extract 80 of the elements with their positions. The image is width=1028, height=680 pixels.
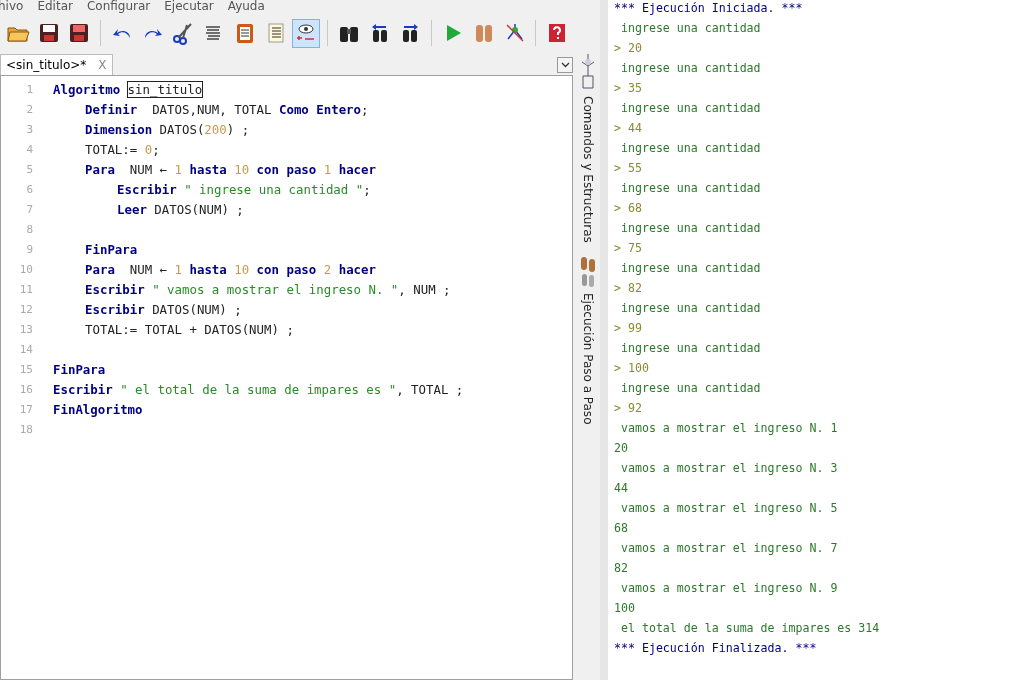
code-line: Leer DATOS(NUM) ; <box>117 201 244 217</box>
line-number: 3 <box>25 122 34 136</box>
close-button[interactable]: X <box>98 58 107 72</box>
code-line: Escribir " el total de la suma de impares es ", TOTAL ; <box>53 381 464 397</box>
console-input-line: > 99 <box>614 320 643 337</box>
code-line: FinPara <box>53 361 106 377</box>
chevron-down-icon <box>560 62 570 68</box>
console-output-line: ingrese una cantidad <box>619 140 762 157</box>
console-output-line: vamos a mostrar el ingreso N. 3 <box>619 460 839 477</box>
console-output-line: ingrese una cantidad <box>619 20 762 37</box>
line-number: 1 <box>25 82 34 96</box>
console-output-line: 68 <box>614 520 629 537</box>
console-output-line: vamos a mostrar el ingreso N. 1 <box>619 420 839 437</box>
console-input-line: > 75 <box>614 240 643 257</box>
side-panel-label: Comandos y Estructuras <box>580 96 595 243</box>
code-line: Escribir " vamos a mostrar el ingreso N. ", NUM ; <box>85 281 451 297</box>
line-number: 2 <box>25 102 34 116</box>
console-status-line: *** Ejecución Iniciada. *** <box>614 0 804 17</box>
tab-title: <sin_titulo>* <box>6 58 87 72</box>
console-output-line: ingrese una cantidad <box>619 300 762 317</box>
line-number: 5 <box>25 162 34 176</box>
code-line: Definir DATOS,NUM, TOTAL Como Entero; <box>85 101 369 117</box>
code-line: Escribir DATOS(NUM) ; <box>85 301 242 317</box>
line-number: 7 <box>25 202 34 216</box>
line-number: 17 <box>18 402 34 416</box>
line-number: 10 <box>18 262 34 276</box>
code-line: TOTAL:= TOTAL + DATOS(NUM) ; <box>85 321 294 337</box>
line-number: 4 <box>25 142 34 156</box>
console-input-line: > 20 <box>614 40 643 57</box>
console-output-line: vamos a mostrar el ingreso N. 7 <box>619 540 839 557</box>
line-number: 12 <box>18 302 34 316</box>
menu-item[interactable]: Configurar <box>86 0 151 13</box>
console-output-line: ingrese una cantidad <box>619 260 762 277</box>
editor-tab[interactable]: <sin_titulo>* X <box>0 54 113 75</box>
side-panel-tab[interactable]: Comandos y Estructuras <box>578 52 597 243</box>
console-output-line: ingrese una cantidad <box>619 100 762 117</box>
console-output-line: el total de la suma de impares es 314 <box>619 620 881 637</box>
code-line: Escribir " ingrese una cantidad "; <box>117 181 371 197</box>
line-number: 13 <box>18 322 34 336</box>
console-output-line: vamos a mostrar el ingreso N. 9 <box>619 580 839 597</box>
code-line: Dimension DATOS(200) ; <box>85 121 250 137</box>
console-output-line: vamos a mostrar el ingreso N. 5 <box>619 500 839 517</box>
side-panel-tab[interactable]: Ejecución Paso a Paso <box>578 254 597 425</box>
code-line: Para NUM ← 1 hasta 10 con paso 2 hacer <box>85 261 376 277</box>
console-input-line: > 100 <box>614 360 650 377</box>
side-panel-label: Ejecución Paso a Paso <box>580 292 595 425</box>
console-input-line: > 68 <box>614 200 643 217</box>
line-number: 9 <box>25 242 34 256</box>
console-input-line: > 44 <box>614 120 643 137</box>
console-output-line: 44 <box>614 480 629 497</box>
line-number: 6 <box>25 182 34 196</box>
console-output-line: ingrese una cantidad <box>619 220 762 237</box>
console-output-line: ingrese una cantidad <box>619 340 762 357</box>
console-input-line: > 82 <box>614 280 643 297</box>
code-line: FinAlgoritmo <box>53 401 143 417</box>
code-line: Algoritmo sin_titulo <box>53 81 203 97</box>
console-input-line: > 92 <box>614 400 643 417</box>
code-line: FinPara <box>85 241 138 257</box>
line-number: 18 <box>18 422 34 436</box>
console-output-line: ingrese una cantidad <box>619 380 762 397</box>
console-status-line: *** Ejecución Finalizada. *** <box>614 640 818 657</box>
console-input-line: > 35 <box>614 80 643 97</box>
console-output-line: 100 <box>614 600 636 617</box>
line-number: 15 <box>18 362 34 376</box>
console-output-line: 82 <box>614 560 629 577</box>
console-output-line: ingrese una cantidad <box>619 60 762 77</box>
menu-item[interactable]: Ejecutar <box>164 0 214 13</box>
menu-item[interactable]: Ayuda <box>227 0 265 13</box>
line-number: 14 <box>18 342 34 356</box>
console-output-line: ingrese una cantidad <box>619 180 762 197</box>
menu-item[interactable]: Editar <box>37 0 73 13</box>
toolbar-eye-button[interactable] <box>292 18 321 48</box>
console-output-line: 20 <box>614 440 629 457</box>
line-number: 11 <box>18 282 34 296</box>
code-line: TOTAL:= 0; <box>85 141 160 157</box>
line-number: 8 <box>25 222 34 236</box>
line-number: 16 <box>18 382 34 396</box>
tab-list-dropdown[interactable] <box>557 57 573 73</box>
console-input-line: > 55 <box>614 160 643 177</box>
code-line: Para NUM ← 1 hasta 10 con paso 1 hacer <box>85 161 376 177</box>
